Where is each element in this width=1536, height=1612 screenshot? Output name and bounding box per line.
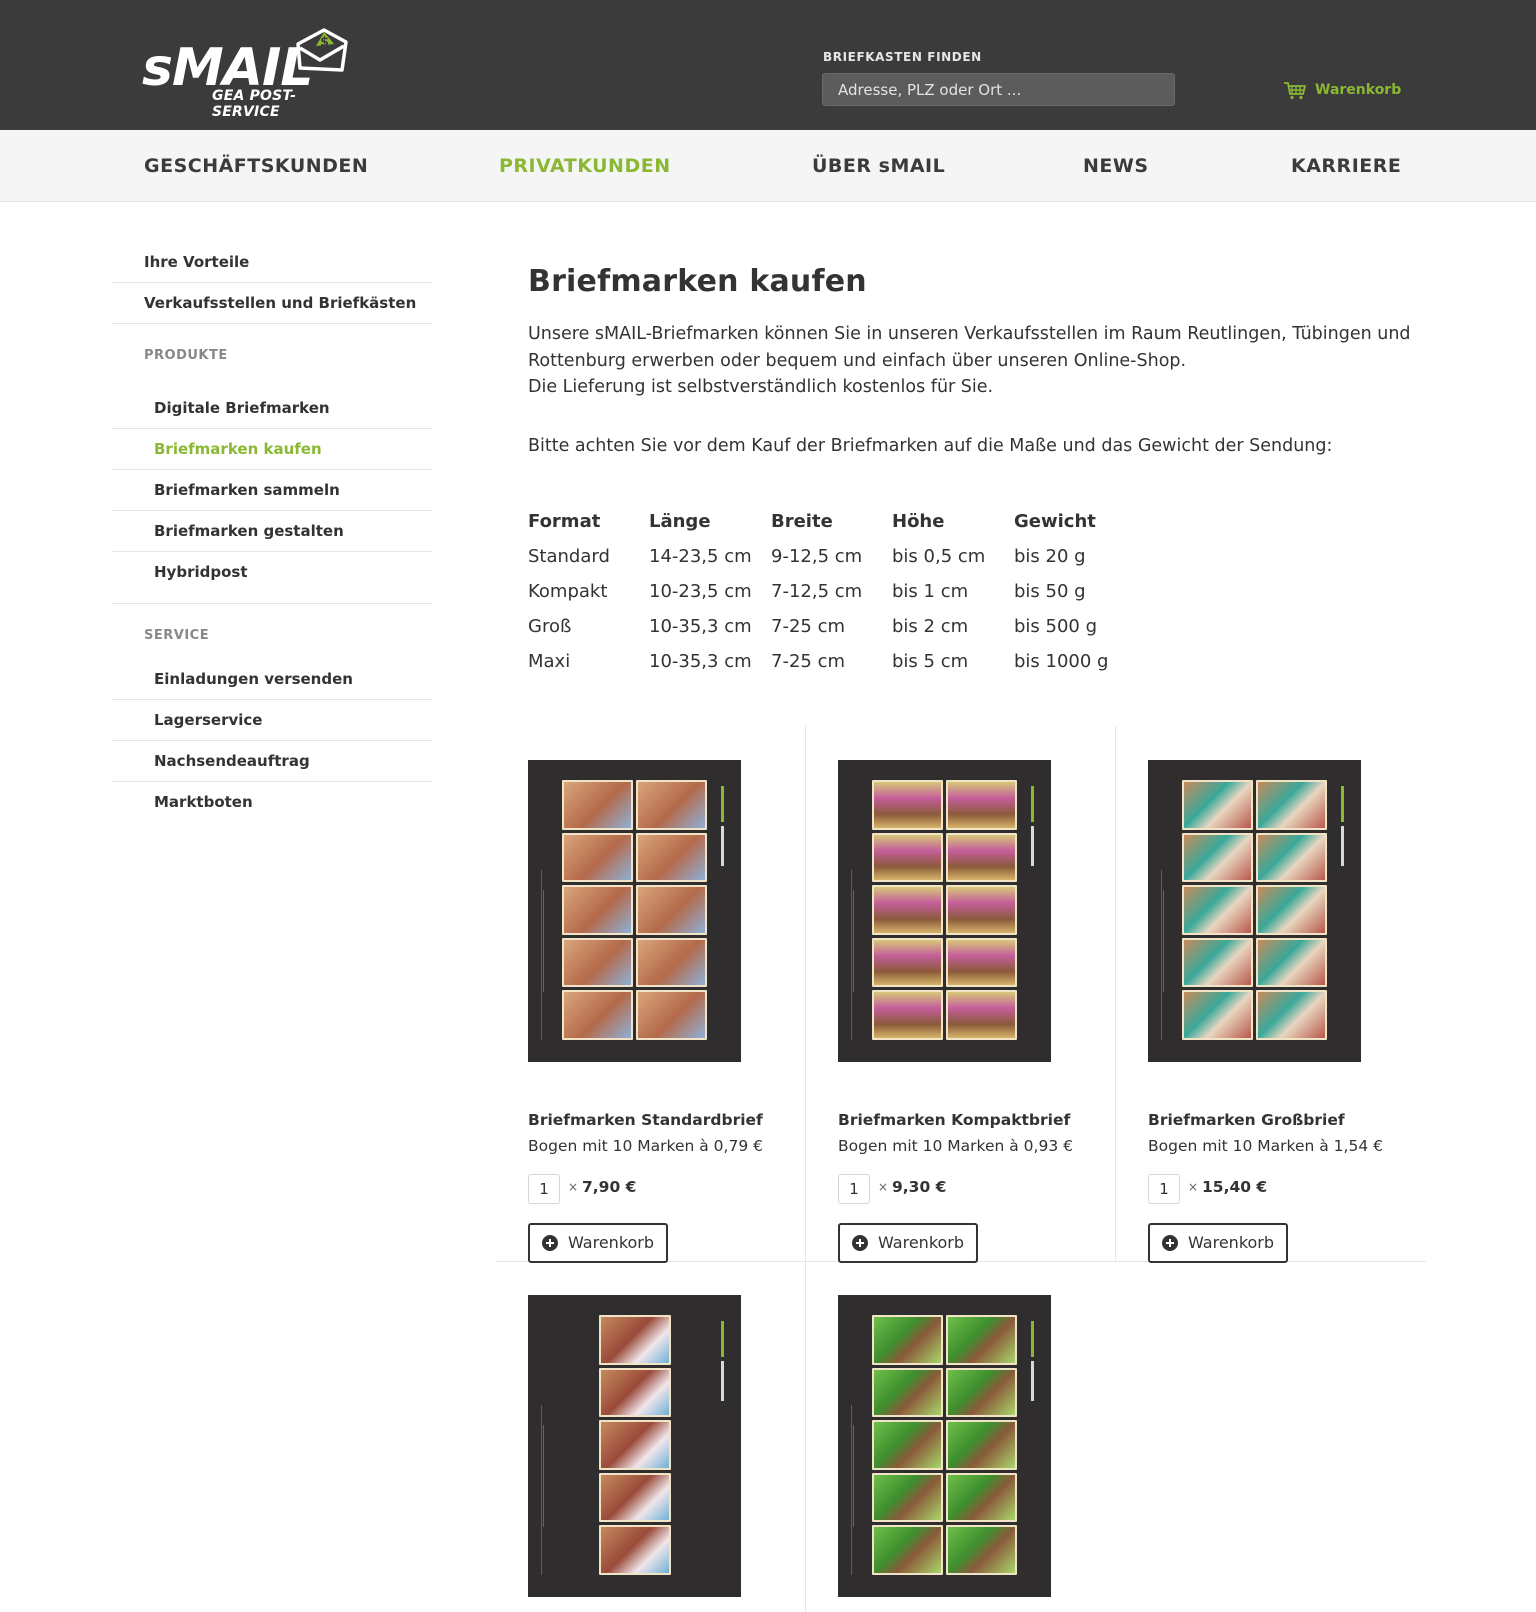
sidebar-item-briefmarken-sammeln[interactable]: Briefmarken sammeln <box>112 470 432 511</box>
grid-divider <box>805 726 806 1612</box>
table-cell: Standard <box>528 546 610 567</box>
table-cell: bis 500 g <box>1014 616 1098 637</box>
table-cell: 10-35,3 cm <box>649 616 752 637</box>
svg-text:$: $ <box>320 35 329 50</box>
size-note: Bitte achten Sie vor dem Kauf der Briefm… <box>528 435 1333 456</box>
page-title: Briefmarken kaufen <box>528 264 867 299</box>
sidebar-item-ihre-vorteile[interactable]: Ihre Vorteile <box>112 242 432 283</box>
table-cell: bis 2 cm <box>892 616 969 637</box>
top-header: sMAIL $ GEA POST-SERVICE BRIEFKASTEN FIN… <box>0 0 1536 130</box>
table-cell: bis 5 cm <box>892 651 969 672</box>
stamp-sheet-image[interactable] <box>838 760 1051 1062</box>
table-header: Länge <box>649 510 711 532</box>
mailbox-search-input[interactable] <box>822 73 1175 106</box>
format-size-table: Format Länge Breite Höhe Gewicht Standar… <box>528 503 1108 679</box>
intro-text: Unsere sMAIL-Briefmarken können Sie in u… <box>528 321 1428 401</box>
table-cell: 7-12,5 cm <box>771 581 863 602</box>
sidebar-item-einladungen[interactable]: Einladungen versenden <box>112 659 432 700</box>
intro-paragraph-1: Unsere sMAIL-Briefmarken können Sie in u… <box>528 324 1411 371</box>
table-cell: bis 0,5 cm <box>892 546 986 567</box>
table-cell: bis 1 cm <box>892 581 969 602</box>
multiply-sign: × <box>1188 1180 1199 1194</box>
product-description: Bogen mit 10 Marken à 1,54 € <box>1148 1137 1383 1155</box>
quantity-input[interactable] <box>838 1174 870 1204</box>
table-header: Breite <box>771 510 833 532</box>
add-to-cart-label: Warenkorb <box>1188 1233 1275 1252</box>
product-title: Briefmarken Standardbrief <box>528 1111 763 1129</box>
sidebar-item-lagerservice[interactable]: Lagerservice <box>112 700 432 741</box>
sidebar-item-verkaufsstellen[interactable]: Verkaufsstellen und Briefkästen <box>112 283 432 324</box>
product-grid: Briefmarken Standardbrief Bogen mit 10 M… <box>496 726 1426 1612</box>
table-header: Format <box>528 510 601 532</box>
stamp-sheet-image[interactable] <box>528 1295 741 1597</box>
stamp-sheet-image[interactable] <box>838 1295 1051 1597</box>
table-cell: 14-23,5 cm <box>649 546 752 567</box>
multiply-sign: × <box>568 1180 579 1194</box>
table-cell: Kompakt <box>528 581 608 602</box>
product-description: Bogen mit 10 Marken à 0,79 € <box>528 1137 763 1155</box>
table-row: Groß 10-35,3 cm 7-25 cm bis 2 cm bis 500… <box>528 609 1108 644</box>
sidebar-heading-service: SERVICE <box>144 628 210 643</box>
main-navigation: GESCHÄFTSKUNDEN PRIVATKUNDEN ÜBER sMAIL … <box>0 130 1536 202</box>
product-title: Briefmarken Großbrief <box>1148 1111 1345 1129</box>
plus-circle-icon <box>1162 1235 1178 1251</box>
product-title: Briefmarken Kompaktbrief <box>838 1111 1071 1129</box>
nav-karriere[interactable]: KARRIERE <box>1291 130 1401 202</box>
sidebar-item-nachsendeauftrag[interactable]: Nachsendeauftrag <box>112 741 432 782</box>
plus-circle-icon <box>542 1235 558 1251</box>
envelope-dollar-icon: $ <box>296 28 348 72</box>
sidebar-item-marktboten[interactable]: Marktboten <box>112 782 432 823</box>
intro-paragraph-2: Die Lieferung ist selbstverständlich kos… <box>528 377 994 397</box>
table-cell: 7-25 cm <box>771 616 846 637</box>
main-content: Briefmarken kaufen Unsere sMAIL-Briefmar… <box>528 264 1428 459</box>
add-to-cart-label: Warenkorb <box>568 1233 655 1252</box>
add-to-cart-button[interactable]: Warenkorb <box>1148 1223 1289 1263</box>
sidebar-navigation: Ihre Vorteile Verkaufsstellen und Briefk… <box>112 242 432 823</box>
grid-divider <box>1115 726 1116 1261</box>
logo-subtitle: GEA POST-SERVICE <box>212 88 297 120</box>
table-header-row: Format Länge Breite Höhe Gewicht <box>528 503 1108 539</box>
nav-geschaeftskunden[interactable]: GESCHÄFTSKUNDEN <box>144 130 368 202</box>
sidebar-heading-produkte: PRODUKTE <box>144 348 228 363</box>
add-to-cart-button[interactable]: Warenkorb <box>528 1223 669 1263</box>
table-cell: 10-23,5 cm <box>649 581 752 602</box>
stamp-sheet-image[interactable] <box>528 760 741 1062</box>
sidebar-item-hybridpost[interactable]: Hybridpost <box>112 552 432 604</box>
mailbox-finder-label: BRIEFKASTEN FINDEN <box>823 50 982 64</box>
table-row: Standard 14-23,5 cm 9-12,5 cm bis 0,5 cm… <box>528 539 1108 574</box>
table-row: Maxi 10-35,3 cm 7-25 cm bis 5 cm bis 100… <box>528 644 1108 679</box>
nav-privatkunden[interactable]: PRIVATKUNDEN <box>499 130 671 202</box>
sidebar-item-briefmarken-kaufen[interactable]: Briefmarken kaufen <box>112 429 432 470</box>
table-cell: bis 50 g <box>1014 581 1086 602</box>
quantity-input[interactable] <box>1148 1174 1180 1204</box>
sidebar-item-digitale-briefmarken[interactable]: Digitale Briefmarken <box>112 388 432 429</box>
nav-news[interactable]: NEWS <box>1083 130 1149 202</box>
product-description: Bogen mit 10 Marken à 0,93 € <box>838 1137 1073 1155</box>
shopping-cart-icon <box>1284 82 1306 100</box>
stamp-sheet-image[interactable] <box>1148 760 1361 1062</box>
product-price: 9,30 € <box>892 1178 947 1196</box>
table-header: Gewicht <box>1014 510 1096 532</box>
table-cell: 9-12,5 cm <box>771 546 863 567</box>
table-header: Höhe <box>892 510 945 532</box>
header-cart-label: Warenkorb <box>1315 82 1402 98</box>
quantity-input[interactable] <box>528 1174 560 1204</box>
product-price: 15,40 € <box>1202 1178 1268 1196</box>
table-cell: bis 20 g <box>1014 546 1086 567</box>
multiply-sign: × <box>878 1180 889 1194</box>
sidebar-item-briefmarken-gestalten[interactable]: Briefmarken gestalten <box>112 511 432 552</box>
plus-circle-icon <box>852 1235 868 1251</box>
table-cell: 10-35,3 cm <box>649 651 752 672</box>
table-cell: bis 1000 g <box>1014 651 1109 672</box>
table-cell: Groß <box>528 616 572 637</box>
add-to-cart-button[interactable]: Warenkorb <box>838 1223 979 1263</box>
table-cell: Maxi <box>528 651 571 672</box>
product-price: 7,90 € <box>582 1178 637 1196</box>
table-cell: 7-25 cm <box>771 651 846 672</box>
table-row: Kompakt 10-23,5 cm 7-12,5 cm bis 1 cm bi… <box>528 574 1108 609</box>
smail-logo[interactable]: sMAIL $ GEA POST-SERVICE <box>142 24 352 120</box>
add-to-cart-label: Warenkorb <box>878 1233 965 1252</box>
header-cart-link[interactable]: Warenkorb <box>1283 80 1401 100</box>
nav-ueber-smail[interactable]: ÜBER sMAIL <box>812 130 945 202</box>
